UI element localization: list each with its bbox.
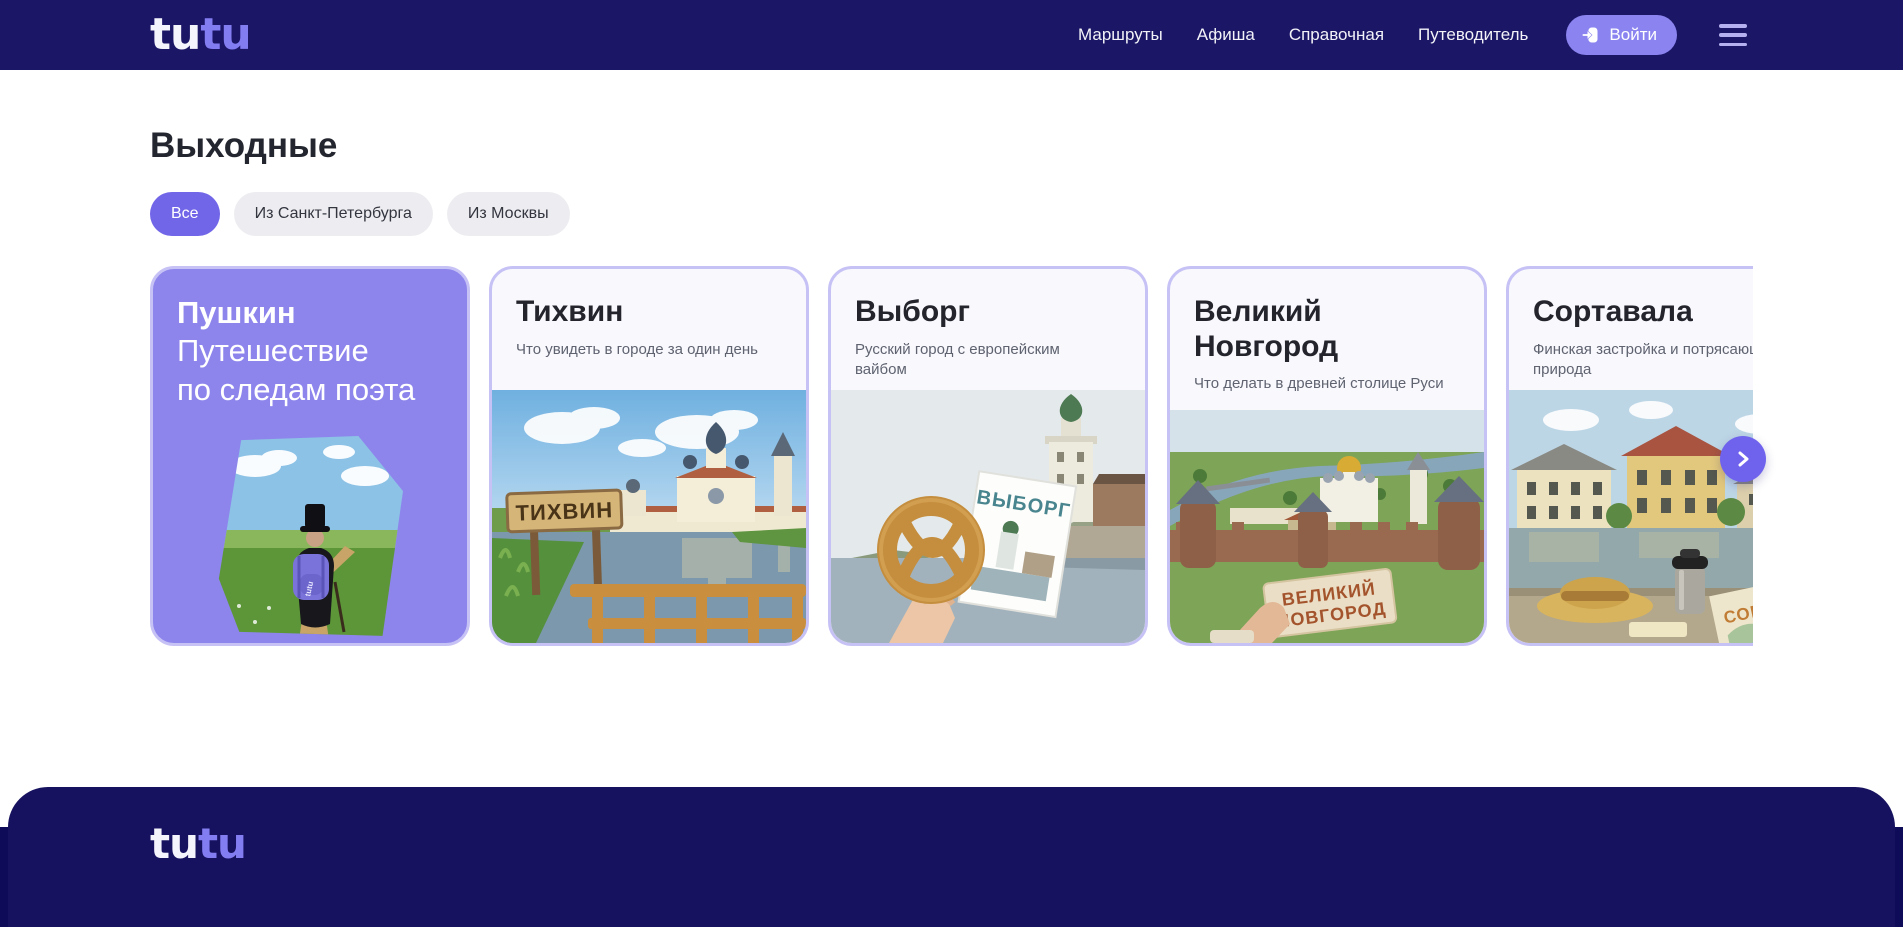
card-image-tikhvin: ТИХВИН (492, 390, 806, 643)
card-subtitle: Русский город с европейским вайбом (855, 340, 1107, 381)
card-title: Выборг (855, 295, 1121, 330)
header: tutu Маршруты Афиша Справочная Путеводит… (0, 0, 1903, 70)
card-image-pushkin: tutu (217, 436, 403, 640)
card-subtitle: Что делать в древней столице Руси (1194, 374, 1460, 394)
footer-panel: tutu (8, 787, 1895, 927)
card-vyborg[interactable]: Выборг Русский город с европейским вайбо… (828, 266, 1148, 646)
card-veliky-novgorod[interactable]: Великий Новгород Что делать в древней ст… (1167, 266, 1487, 646)
chevron-right-icon (1734, 450, 1752, 468)
card-text: Пушкин Путешествие по следам поэта (153, 269, 467, 410)
nav-item-reference[interactable]: Справочная (1289, 25, 1384, 45)
footer: tutu (0, 787, 1903, 927)
card-pushkin[interactable]: Пушкин Путешествие по следам поэта (150, 266, 470, 646)
card-image-sortavala: СОРТАВАЛА (1509, 390, 1753, 643)
card-text: Тихвин Что увидеть в городе за один день (492, 269, 806, 360)
footer-logo-text-white: tu (150, 819, 198, 868)
card-text: Выборг Русский город с европейским вайбо… (831, 269, 1145, 380)
card-title: Сортавала (1533, 295, 1753, 330)
page-title: Выходные (150, 126, 1903, 166)
card-subtitle: Что увидеть в городе за один день (516, 340, 782, 360)
card-subtitle-line2: по следам поэта (177, 370, 443, 410)
card-title: Пушкин (177, 295, 443, 331)
login-button[interactable]: Войти (1566, 15, 1677, 55)
nav-item-guide[interactable]: Путеводитель (1418, 25, 1528, 45)
logo-text-purple: tu (200, 9, 250, 60)
card-sortavala[interactable]: Сортавала Финская застройка и потрясающа… (1506, 266, 1753, 646)
footer-logo-text-purple: tu (198, 819, 246, 868)
carousel-next-button[interactable] (1720, 436, 1766, 482)
nav-item-afisha[interactable]: Афиша (1197, 25, 1255, 45)
header-nav: Маршруты Афиша Справочная Путеводитель В… (1078, 15, 1747, 55)
filter-chip-from-moscow[interactable]: Из Москвы (447, 192, 570, 236)
card-image-vyborg: ВЫБОРГ (831, 390, 1145, 643)
logo-text-white: tu (150, 9, 200, 60)
carousel-viewport: Пушкин Путешествие по следам поэта (150, 266, 1753, 646)
carousel-track: Пушкин Путешествие по следам поэта (150, 266, 1753, 646)
card-title: Тихвин (516, 295, 782, 330)
filter-chip-from-spb[interactable]: Из Санкт-Петербурга (234, 192, 433, 236)
footer-tutu-logo[interactable]: tutu (150, 823, 246, 865)
tutu-logo[interactable]: tutu (150, 13, 251, 57)
card-title: Великий Новгород (1194, 295, 1374, 364)
login-button-label: Войти (1609, 25, 1657, 45)
tikhvin-sign-label: ТИХВИН (515, 497, 613, 525)
card-tikhvin[interactable]: Тихвин Что увидеть в городе за один день (489, 266, 809, 646)
card-text: Великий Новгород Что делать в древней ст… (1170, 269, 1484, 394)
card-subtitle: Финская застройка и потрясающая природа (1533, 340, 1753, 381)
hamburger-icon[interactable] (1719, 24, 1747, 46)
main-content: Выходные Все Из Санкт-Петербурга Из Моск… (0, 70, 1903, 787)
login-icon (1580, 25, 1600, 45)
card-image-veliky-novgorod: ВЕЛИКИЙ НОВГОРОД (1170, 410, 1484, 643)
nav-item-routes[interactable]: Маршруты (1078, 25, 1163, 45)
card-subtitle-line1: Путешествие (177, 331, 443, 371)
filter-chip-all[interactable]: Все (150, 192, 220, 236)
weekend-carousel: Пушкин Путешествие по следам поэта (0, 266, 1903, 646)
card-text: Сортавала Финская застройка и потрясающа… (1509, 269, 1753, 380)
filter-chips: Все Из Санкт-Петербурга Из Москвы (150, 192, 1903, 236)
